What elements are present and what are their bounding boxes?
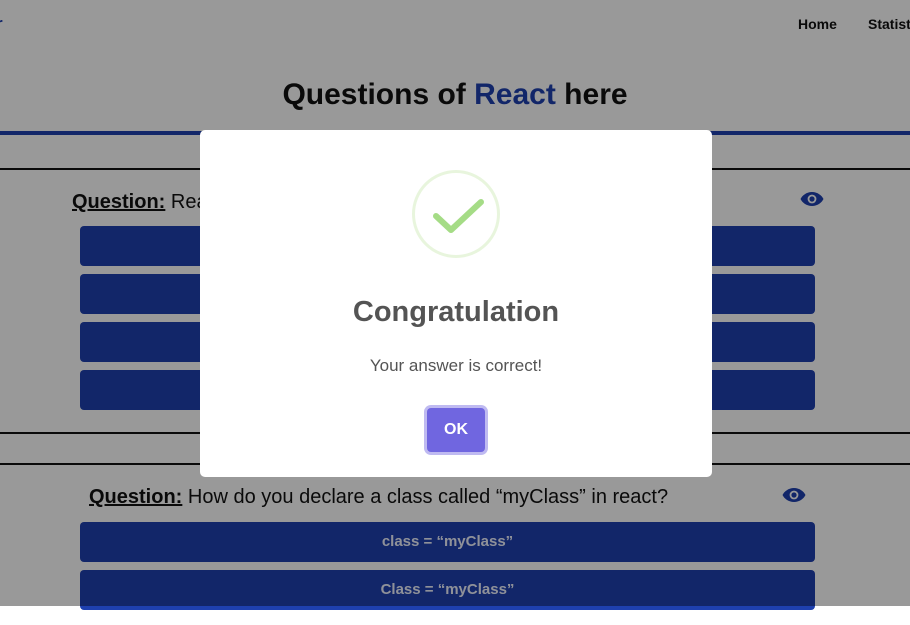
dialog-title: Congratulation: [352, 296, 560, 328]
check-icon: [433, 199, 484, 233]
success-icon-ring: [412, 170, 500, 258]
ok-button[interactable]: OK: [427, 408, 485, 452]
dialog-message: Your answer is correct!: [369, 356, 543, 375]
success-dialog: Congratulation Your answer is correct! O…: [200, 130, 712, 477]
